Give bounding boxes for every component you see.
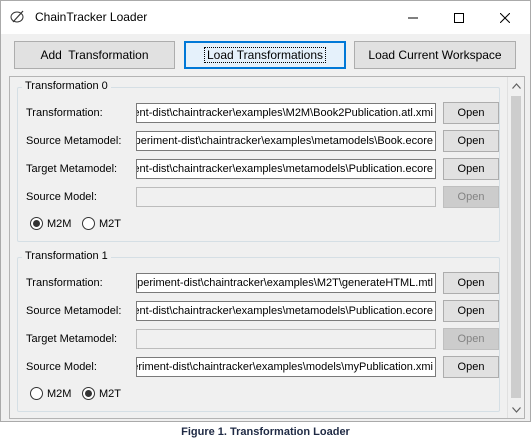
transformation-group-title: Transformation 0 <box>22 80 111 92</box>
m2t-radio[interactable]: M2T <box>82 387 121 400</box>
target-metamodel-label: Target Metamodel: <box>26 163 118 175</box>
transformation-path-field[interactable]: ent-dist\chaintracker\examples\M2M\Book2… <box>136 103 436 123</box>
m2t-label: M2T <box>99 387 121 400</box>
title-bar: ChainTracker Loader <box>1 1 530 34</box>
figure-caption: Figure 1. Transformation Loader <box>181 426 350 438</box>
scroll-up-icon[interactable] <box>508 77 524 94</box>
add-transformation-label: Add Transformation <box>40 48 149 62</box>
open-source-model-button: Open <box>443 186 499 208</box>
source-model-field[interactable]: eriment-dist\chaintracker\examples\model… <box>136 357 436 377</box>
open-target-metamodel-button: Open <box>443 328 499 350</box>
transformation-group-0: Transformation 0 Transformation: ent-dis… <box>17 80 500 242</box>
m2m-label: M2M <box>47 387 72 400</box>
load-workspace-label: Load Current Workspace <box>368 48 502 62</box>
radio-circle <box>82 387 95 400</box>
add-transformation-button[interactable]: Add Transformation <box>14 41 175 69</box>
open-transformation-button[interactable]: Open <box>443 102 499 124</box>
radio-circle <box>30 217 43 230</box>
m2m-radio[interactable]: M2M <box>30 387 71 400</box>
open-source-model-button[interactable]: Open <box>443 356 499 378</box>
source-metamodel-label: Source Metamodel: <box>26 135 122 147</box>
loader-window: ChainTracker Loader Add Transformation L… <box>0 0 531 422</box>
transformation-path-field[interactable]: periment-dist\chaintracker\examples\M2T\… <box>136 273 436 293</box>
m2m-label: M2M <box>47 217 72 230</box>
transformation-group-title: Transformation 1 <box>22 250 111 262</box>
maximize-icon <box>454 12 464 23</box>
vertical-scrollbar[interactable] <box>507 77 524 418</box>
load-workspace-button[interactable]: Load Current Workspace <box>354 41 516 69</box>
source-metamodel-label: Source Metamodel: <box>26 305 122 317</box>
open-transformation-button[interactable]: Open <box>443 272 499 294</box>
transformations-scroll-pane[interactable]: Transformation 0 Transformation: ent-dis… <box>9 76 525 419</box>
open-source-metamodel-button[interactable]: Open <box>443 300 499 322</box>
open-source-metamodel-button[interactable]: Open <box>443 130 499 152</box>
source-metamodel-field[interactable]: periment-dist\chaintracker\examples\meta… <box>136 131 436 151</box>
radio-circle <box>82 217 95 230</box>
scroll-down-icon[interactable] <box>508 401 524 418</box>
source-model-label: Source Model: <box>26 361 97 373</box>
m2t-radio[interactable]: M2T <box>82 217 121 230</box>
scrollbar-thumb[interactable] <box>511 96 521 398</box>
target-metamodel-label: Target Metamodel: <box>26 333 118 345</box>
transformation-group-1: Transformation 1 Transformation: perimen… <box>17 250 500 412</box>
window-title: ChainTracker Loader <box>35 10 148 24</box>
m2t-label: M2T <box>99 217 121 230</box>
close-button[interactable] <box>483 1 527 34</box>
load-transformations-label: Load Transformations <box>203 47 327 63</box>
source-metamodel-field[interactable]: ent-dist\chaintracker\examples\metamodel… <box>136 301 436 321</box>
m2m-radio[interactable]: M2M <box>30 217 71 230</box>
radio-circle <box>30 387 43 400</box>
minimize-button[interactable] <box>391 1 435 34</box>
source-model-label: Source Model: <box>26 191 97 203</box>
target-metamodel-field <box>136 329 436 349</box>
radio-selected-dot <box>33 220 40 227</box>
chaintracker-app-icon <box>10 10 26 24</box>
load-transformations-button[interactable]: Load Transformations <box>184 41 346 69</box>
maximize-button[interactable] <box>437 1 481 34</box>
target-metamodel-field[interactable]: ent-dist\chaintracker\examples\metamodel… <box>136 159 436 179</box>
transformation-label: Transformation: <box>26 107 103 119</box>
source-model-field <box>136 187 436 207</box>
minimize-icon <box>408 17 418 18</box>
radio-selected-dot <box>85 390 92 397</box>
open-target-metamodel-button[interactable]: Open <box>443 158 499 180</box>
close-icon <box>500 12 510 23</box>
transformation-label: Transformation: <box>26 277 103 289</box>
